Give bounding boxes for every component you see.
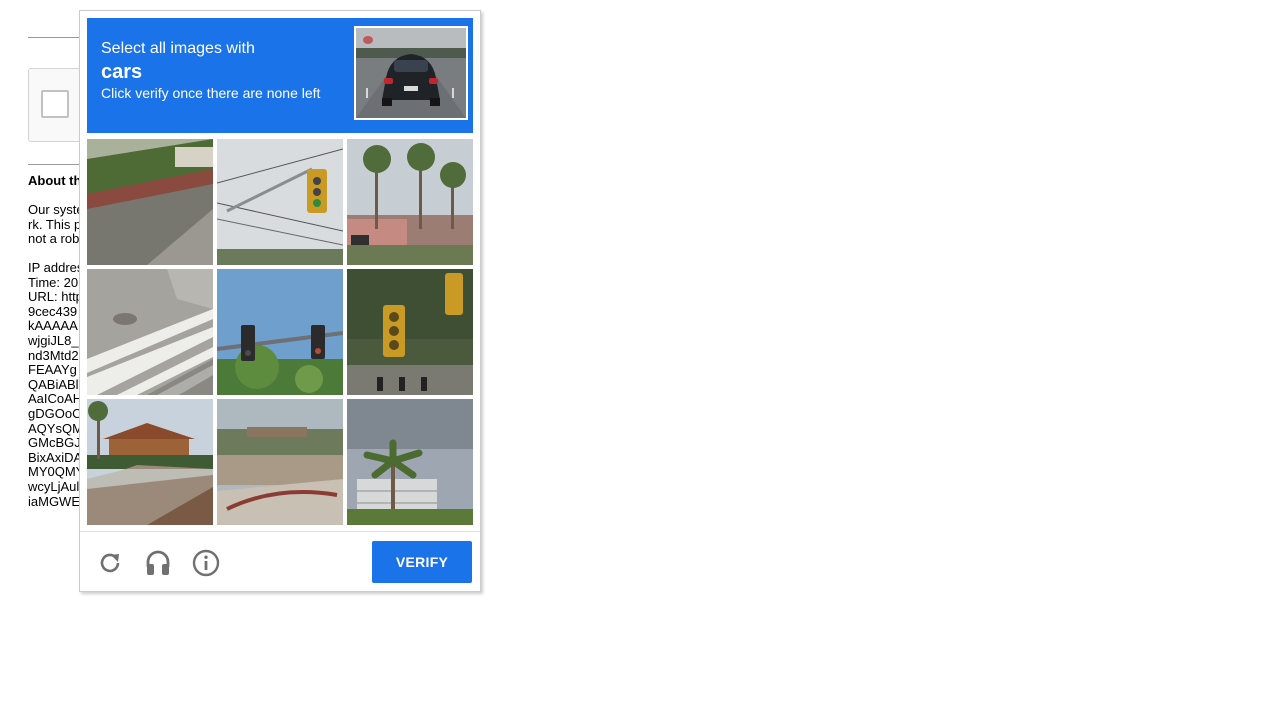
detail-line: gDGOoC bbox=[28, 406, 82, 421]
detail-line: AQYsQM bbox=[28, 420, 83, 436]
detail-line: QABiABl bbox=[28, 376, 79, 392]
detail-line: wjgiJL8_ bbox=[28, 333, 79, 348]
image-grid bbox=[87, 139, 473, 525]
detail-line: GMcBGJ bbox=[28, 435, 81, 451]
challenge-prompt: Select all images with bbox=[101, 40, 255, 57]
detail-line: IP addres bbox=[28, 260, 84, 275]
detail-line: 9cec439 bbox=[28, 303, 78, 319]
detail-line: BixAxiDA bbox=[28, 449, 83, 465]
sample-car-image bbox=[354, 26, 468, 120]
detail-line: Time: 20 bbox=[28, 274, 79, 290]
reload-icon[interactable] bbox=[96, 549, 124, 577]
image-tile[interactable] bbox=[217, 139, 343, 265]
about-line: Our syste bbox=[28, 202, 84, 217]
image-tile[interactable] bbox=[87, 269, 213, 395]
challenge-header: Select all images with cars Click verify… bbox=[87, 18, 473, 133]
headphones-icon[interactable] bbox=[144, 549, 172, 577]
verify-button[interactable]: VERIFY bbox=[372, 541, 472, 583]
image-tile[interactable] bbox=[347, 139, 473, 265]
footer-divider bbox=[80, 531, 480, 532]
captcha-challenge-popup: Select all images with cars Click verify… bbox=[79, 10, 481, 592]
detail-line: iaMGWE bbox=[28, 493, 80, 509]
info-icon[interactable] bbox=[192, 549, 220, 577]
detail-line: AaICoAH bbox=[28, 391, 83, 407]
about-line: not a rob bbox=[28, 231, 80, 247]
detail-line: kAAAAA bbox=[28, 318, 78, 334]
detail-line: MY0QMY bbox=[28, 464, 85, 480]
about-heading: About th bbox=[28, 173, 82, 188]
image-tile[interactable] bbox=[347, 269, 473, 395]
image-tile[interactable] bbox=[217, 269, 343, 395]
image-tile[interactable] bbox=[87, 399, 213, 525]
detail-line: URL: http bbox=[28, 289, 83, 305]
detail-line: nd3Mtd2 bbox=[28, 347, 79, 363]
detail-line: wcyLjAul bbox=[28, 479, 80, 494]
image-tile[interactable] bbox=[347, 399, 473, 525]
detail-line: FEAAYg bbox=[28, 362, 77, 378]
not-robot-checkbox[interactable] bbox=[41, 90, 69, 118]
image-tile[interactable] bbox=[87, 139, 213, 265]
image-tile[interactable] bbox=[217, 399, 343, 525]
about-line: rk. This p bbox=[28, 216, 82, 232]
challenge-instruction: Click verify once there are none left bbox=[101, 85, 321, 101]
challenge-target: cars bbox=[101, 61, 143, 83]
